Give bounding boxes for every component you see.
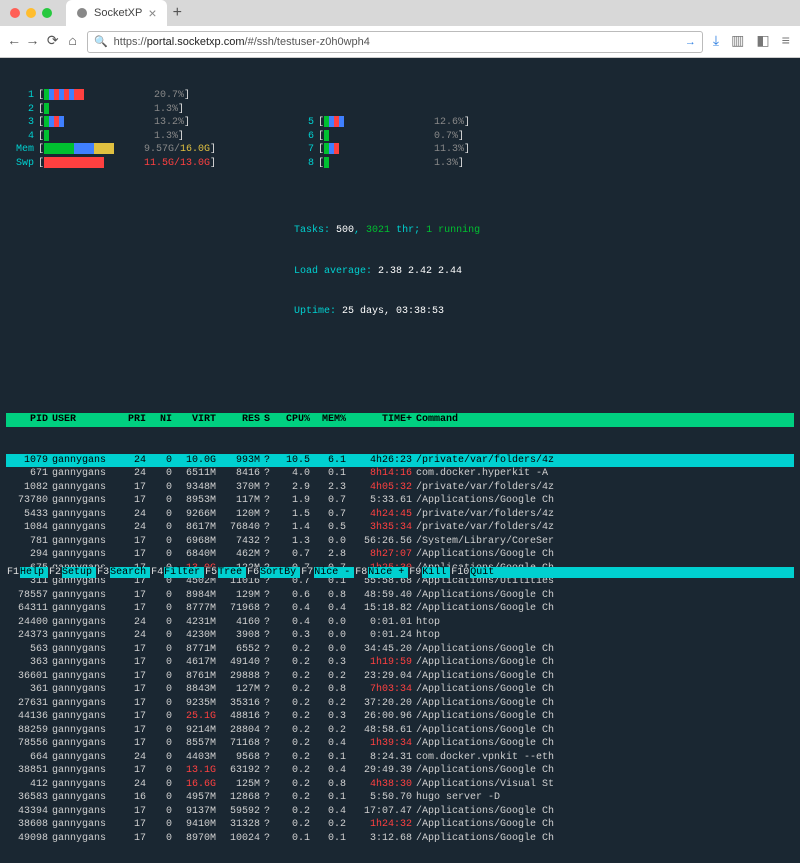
minimize-icon[interactable] [26, 8, 36, 18]
fnkey-f4[interactable]: F4 [150, 567, 164, 578]
fnkey-f1[interactable]: F1 [6, 567, 20, 578]
meter-7: 7[11.3%] [286, 143, 546, 157]
table-row[interactable]: 78556gannygans1708557M71168?0.20.41h39:3… [6, 737, 794, 751]
url-bar[interactable]: 🔍 https://portal.socketxp.com/#/ssh/test… [87, 31, 703, 53]
meter-1: 1[20.7%] [6, 89, 266, 103]
maximize-icon[interactable] [42, 8, 52, 18]
table-row[interactable]: 88259gannygans1709214M28804?0.20.248:58.… [6, 724, 794, 738]
meter-6: 6[0.7%] [286, 130, 546, 144]
table-row[interactable]: 27631gannygans1709235M35316?0.20.237:20.… [6, 697, 794, 711]
table-row[interactable]: 664gannygans2404403M9568?0.20.18:24.31co… [6, 751, 794, 765]
meter-3: 3[13.2%] [6, 116, 266, 130]
forward-icon[interactable]: → [28, 34, 36, 50]
browser-tab[interactable]: SocketXP × [66, 0, 167, 26]
fnlabel-filter[interactable]: Filter [164, 567, 204, 578]
table-row[interactable]: 781gannygans1706968M7432?1.30.056:26.56/… [6, 535, 794, 549]
meter-mem: Mem[9.57G/16.0G] [6, 143, 266, 157]
fnkey-f9[interactable]: F9 [408, 567, 422, 578]
fnkey-f2[interactable]: F2 [48, 567, 62, 578]
reload-icon[interactable]: ⟳ [47, 33, 59, 50]
search-icon: 🔍 [94, 35, 108, 48]
meter-5: 5[12.6%] [286, 116, 546, 130]
function-bar[interactable]: F1HelpF2SetupF3SearchF4FilterF5TreeF6Sor… [6, 567, 794, 578]
table-row[interactable]: 294gannygans1706840M462M?0.72.88h27:07/A… [6, 548, 794, 562]
menu-icon[interactable]: ≡ [782, 34, 790, 50]
htop-meters: 1[20.7%]2[1.3%]3[13.2%]4[1.3%]Mem[9.57G/… [6, 89, 794, 373]
fnlabel-nice +[interactable]: Nice + [368, 567, 408, 578]
fnlabel-search[interactable]: Search [110, 567, 150, 578]
table-row[interactable]: 363gannygans1704617M49140?0.20.31h19:59/… [6, 656, 794, 670]
tab-favicon [76, 7, 88, 19]
fnlabel-quit[interactable]: Quit [470, 567, 498, 578]
table-row[interactable]: 563gannygans1708771M6552?0.20.034:45.20/… [6, 643, 794, 657]
terminal[interactable]: 1[20.7%]2[1.3%]3[13.2%]4[1.3%]Mem[9.57G/… [0, 58, 800, 863]
meter-4: 4[1.3%] [6, 130, 266, 144]
library-icon[interactable]: ▥ [731, 33, 744, 50]
table-row[interactable]: 38851gannygans17013.1G63192?0.20.429:49.… [6, 764, 794, 778]
table-row[interactable]: 1082gannygans1709348M370M?2.92.34h05:32/… [6, 481, 794, 495]
tab-title: SocketXP [94, 7, 142, 19]
table-row[interactable]: 64311gannygans1708777M71968?0.40.415:18.… [6, 602, 794, 616]
process-list[interactable]: 1079gannygans24010.0G993M?10.56.14h26:23… [6, 454, 794, 846]
fnlabel-kill[interactable]: Kill [422, 567, 450, 578]
home-icon[interactable]: ⌂ [69, 34, 77, 50]
tab-close-icon[interactable]: × [148, 5, 156, 21]
table-row[interactable]: 412gannygans24016.6G125M?0.20.84h38:30/A… [6, 778, 794, 792]
table-row[interactable]: 44136gannygans17025.1G48816?0.20.326:00.… [6, 710, 794, 724]
table-row[interactable]: 361gannygans1708843M127M?0.20.87h03:34/A… [6, 683, 794, 697]
download-icon[interactable]: ⤓ [713, 34, 719, 50]
table-row[interactable]: 1084gannygans2408617M76840?1.40.53h35:34… [6, 521, 794, 535]
fnkey-f10[interactable]: F10 [450, 567, 470, 578]
new-tab-button[interactable]: + [173, 4, 183, 22]
titlebar: SocketXP × + [0, 0, 800, 26]
sysinfo: Tasks: 500, 3021 thr; 1 running Load ave… [294, 197, 546, 346]
url-text: https://portal.socketxp.com/#/ssh/testus… [114, 36, 370, 48]
process-header[interactable]: PID USER PRI NI VIRT RES S CPU% MEM% TIM… [6, 413, 794, 427]
fnlabel-nice -[interactable]: Nice - [314, 567, 354, 578]
fnkey-f8[interactable]: F8 [354, 567, 368, 578]
table-row[interactable]: 78557gannygans1708984M129M?0.60.848:59.4… [6, 589, 794, 603]
sidebar-icon[interactable]: ◧ [756, 33, 769, 50]
meter-2: 2[1.3%] [6, 103, 266, 117]
browser-chrome: SocketXP × + ← → ⟳ ⌂ 🔍 https://portal.so… [0, 0, 800, 58]
fnlabel-sortby[interactable]: SortBy [260, 567, 300, 578]
toolbar: ← → ⟳ ⌂ 🔍 https://portal.socketxp.com/#/… [0, 26, 800, 58]
table-row[interactable]: 36601gannygans1708761M29888?0.20.223:29.… [6, 670, 794, 684]
fnlabel-tree[interactable]: Tree [218, 567, 246, 578]
back-icon[interactable]: ← [10, 34, 18, 50]
window-controls [0, 8, 62, 18]
table-row[interactable]: 24400gannygans2404231M4160?0.40.00:01.01… [6, 616, 794, 630]
table-row[interactable]: 36583gannygans1604957M12868?0.20.15:50.7… [6, 791, 794, 805]
toolbar-right: ⤓ ▥ ◧ ≡ [713, 33, 790, 50]
fnkey-f3[interactable]: F3 [96, 567, 110, 578]
go-icon[interactable]: → [685, 36, 696, 48]
fnkey-f6[interactable]: F6 [246, 567, 260, 578]
table-row[interactable]: 38608gannygans1709410M31328?0.20.21h24:3… [6, 818, 794, 832]
fnkey-f7[interactable]: F7 [300, 567, 314, 578]
table-row[interactable]: 24373gannygans2404230M3908?0.30.00:01.24… [6, 629, 794, 643]
meter-8: 8[1.3%] [286, 157, 546, 171]
table-row[interactable]: 671gannygans2406511M8416?4.00.18h14:16co… [6, 467, 794, 481]
fnkey-f5[interactable]: F5 [204, 567, 218, 578]
fnlabel-help[interactable]: Help [20, 567, 48, 578]
meter-swp: Swp[11.5G/13.0G] [6, 157, 266, 171]
table-row[interactable]: 73780gannygans1708953M117M?1.90.75:33.61… [6, 494, 794, 508]
fnlabel-setup[interactable]: Setup [62, 567, 96, 578]
close-icon[interactable] [10, 8, 20, 18]
table-row[interactable]: 49098gannygans1708970M10024?0.10.13:12.6… [6, 832, 794, 846]
table-row[interactable]: 43394gannygans1709137M59592?0.20.417:07.… [6, 805, 794, 819]
table-row[interactable]: 5433gannygans2409266M120M?1.50.74h24:45/… [6, 508, 794, 522]
table-row[interactable]: 1079gannygans24010.0G993M?10.56.14h26:23… [6, 454, 794, 468]
